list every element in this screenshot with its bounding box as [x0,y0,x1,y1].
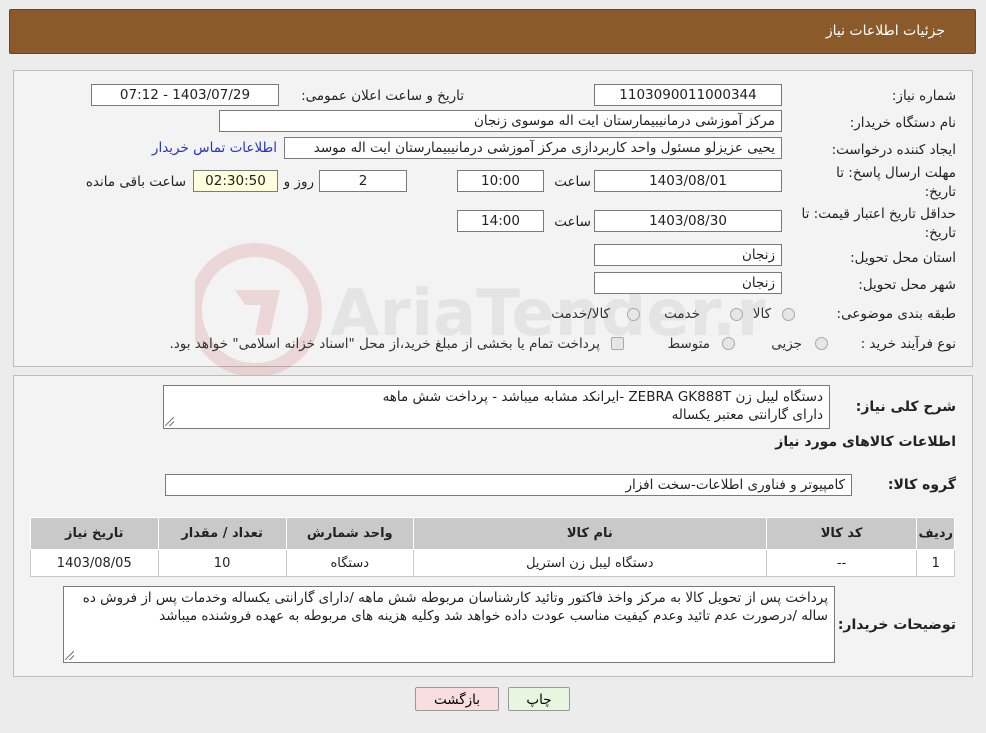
cell-row-number: 1 [916,549,955,577]
price-validity-label-date: تاریخ: [924,225,956,241]
deadline-date-field: 1403/08/01 [594,170,782,192]
deadline-label: مهلت ارسال پاسخ: تا [836,165,956,181]
col-unit-header: واحد شمارش [285,517,414,550]
province-field: زنجان [594,244,782,266]
deadline-time-field: 10:00 [457,170,544,192]
city-label: شهر محل تحویل: [858,277,956,293]
need-number-label: شماره نیاز: [891,88,956,104]
process-medium-label: متوسط [667,336,710,352]
process-note: پرداخت تمام یا بخشی از مبلغ خرید،از محل … [169,336,600,352]
print-button[interactable]: چاپ [508,687,570,711]
cell-quantity: 10 [157,549,287,577]
category-service-label: خدمت [664,306,700,322]
col-qty-header: تعداد / مقدار [157,517,287,550]
price-validity-label: حداقل تاریخ اعتبار قیمت: تا [801,206,956,222]
col-code-header: کد کالا [765,517,918,550]
price-validity-time-label: ساعت [554,214,591,230]
province-label: استان محل تحویل: [850,250,956,266]
category-goods-service-radio[interactable] [627,308,640,321]
remaining-time-field: 02:30:50 [193,170,278,192]
back-button[interactable]: بازگشت [415,687,499,711]
col-date-header: تاریخ نیاز [30,517,159,550]
summary-line-2: دارای گارانتی معتبر یکساله [671,407,823,423]
goods-group-field: کامپیوتر و فناوری اطلاعات-سخت افزار [165,474,852,496]
goods-table: ردیف کد کالا نام کالا واحد شمارش تعداد /… [30,517,955,577]
deadline-time-label: ساعت [554,174,591,190]
category-goods-label: کالا [752,306,771,322]
page-title: جزئیات اطلاعات نیاز [825,23,945,39]
col-name-header: نام کالا [412,517,767,550]
summary-line-1: دستگاه لیبل زن ZEBRA GK888T -ایرانکد مشا… [382,389,823,405]
process-small-radio[interactable] [815,337,828,350]
table-row: 1 -- دستگاه لیبل زن استریل دستگاه 10 140… [30,549,955,577]
buyer-org-label: نام دستگاه خریدار: [849,115,956,131]
buyer-org-field: مرکز آموزشی درمانیبیمارستان ایت اله موسو… [219,110,782,132]
category-goods-service-label: کالا/خدمت [551,306,610,322]
buyer-notes-textarea[interactable]: پرداخت پس از تحویل کالا به مرکز واخذ فاک… [63,586,835,663]
price-validity-time-field: 14:00 [457,210,544,232]
category-goods-radio[interactable] [782,308,795,321]
category-label: طبقه بندی موضوعی: [836,306,956,322]
remaining-days-field: 2 [319,170,407,192]
price-validity-date-field: 1403/08/30 [594,210,782,232]
goods-group-label: گروه کالا: [887,477,956,493]
city-field: زنجان [594,272,782,294]
cell-need-date: 1403/08/05 [30,549,159,577]
process-label: نوع فرآیند خرید : [860,336,956,352]
goods-info-title: اطلاعات کالاهای مورد نیاز [775,434,956,450]
table-header-row: ردیف کد کالا نام کالا واحد شمارش تعداد /… [30,517,955,550]
remaining-time-label: ساعت باقی مانده [85,174,186,190]
process-small-label: جزیی [771,336,802,352]
cell-goods-code: -- [765,549,918,577]
buyer-contact-link[interactable]: اطلاعات تماس خریدار [152,140,277,156]
announce-date-field: 1403/07/29 - 07:12 [91,84,279,106]
buyer-notes-resize-handle[interactable] [65,651,74,660]
creator-label: ایجاد کننده درخواست: [831,142,956,158]
deadline-label-date: تاریخ: [924,184,956,200]
process-treasury-checkbox[interactable] [611,337,624,350]
announce-date-label: تاریخ و ساعت اعلان عمومی: [301,88,464,104]
summary-label: شرح کلی نیاز: [855,399,956,415]
page-header: جزئیات اطلاعات نیاز [9,9,976,54]
need-number-field: 1103090011000344 [594,84,782,106]
process-medium-radio[interactable] [722,337,735,350]
cell-unit: دستگاه [285,549,414,577]
summary-textarea[interactable]: دستگاه لیبل زن ZEBRA GK888T -ایرانکد مشا… [163,385,830,429]
summary-resize-handle[interactable] [165,417,174,426]
buyer-notes-label: توضیحات خریدار: [837,617,956,633]
cell-goods-name: دستگاه لیبل زن استریل [412,549,767,577]
category-service-radio[interactable] [730,308,743,321]
creator-field: یحیی عزیزلو مسئول واحد کاربردازی مرکز آم… [284,137,782,159]
days-label: روز و [283,174,314,190]
col-row-header: ردیف [916,517,955,550]
